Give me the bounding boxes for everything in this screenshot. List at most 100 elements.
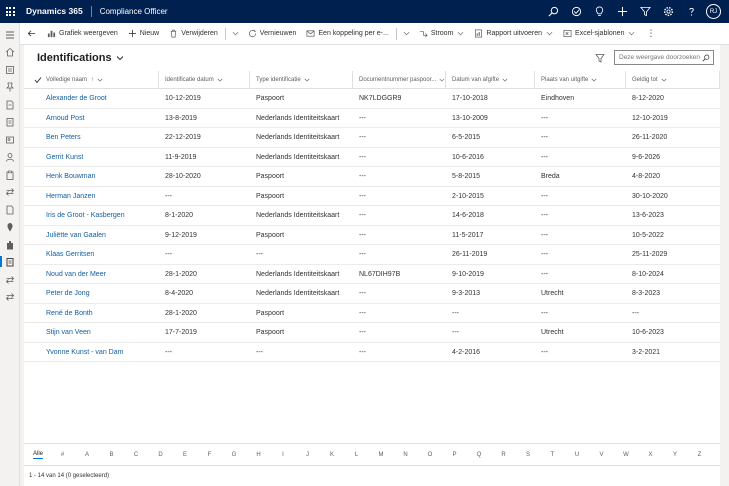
task-flow-icon[interactable]: [565, 0, 588, 23]
alphabet-filter-letter[interactable]: I: [274, 444, 292, 466]
cell-full-name[interactable]: Juliëtte van Gaalen: [40, 226, 159, 246]
list-check-icon[interactable]: [0, 113, 20, 130]
alphabet-filter-letter[interactable]: C: [127, 444, 145, 466]
cell-full-name[interactable]: Arnoud Post: [40, 109, 159, 129]
app-name[interactable]: Compliance Officer: [92, 7, 168, 16]
view-search-input[interactable]: [615, 51, 700, 64]
column-header-full-name[interactable]: Volledige naam ↑: [40, 71, 159, 89]
new-button[interactable]: Nieuw: [123, 23, 164, 45]
table-row[interactable]: Stijn van Veen 17-7-2019 Paspoort --- --- Utr…: [24, 323, 720, 343]
view-selector[interactable]: Identifications: [37, 50, 124, 66]
alphabet-filter-letter[interactable]: F: [201, 444, 219, 466]
alphabet-filter-letter[interactable]: A: [78, 444, 96, 466]
document-icon[interactable]: [0, 96, 20, 113]
alphabet-filter-letter[interactable]: V: [593, 444, 611, 466]
table-row[interactable]: Ben Peters 22-12-2019 Nederlands Identitei…: [24, 128, 720, 148]
alphabet-filter-letter[interactable]: E: [176, 444, 194, 466]
exchange-icon[interactable]: [0, 288, 20, 305]
app-launcher-icon[interactable]: [0, 0, 20, 23]
clipboard-icon[interactable]: [0, 166, 20, 183]
contact-icon[interactable]: [0, 148, 20, 165]
back-arrow-icon[interactable]: [20, 23, 42, 45]
cell-full-name[interactable]: René de Bonth: [40, 304, 159, 324]
lightbulb-icon[interactable]: [588, 0, 611, 23]
alphabet-filter-letter[interactable]: S: [519, 444, 537, 466]
building-icon[interactable]: [0, 236, 20, 253]
alphabet-filter-letter[interactable]: H: [250, 444, 268, 466]
alphabet-filter-letter[interactable]: D: [152, 444, 170, 466]
alphabet-filter-letter[interactable]: L: [348, 444, 366, 466]
alphabet-filter-letter[interactable]: Z: [691, 444, 709, 466]
flow-button[interactable]: Stroom: [414, 23, 470, 45]
alphabet-filter-letter[interactable]: U: [568, 444, 586, 466]
plus-icon[interactable]: [611, 0, 634, 23]
brand-title[interactable]: Dynamics 365: [20, 6, 92, 17]
cell-full-name[interactable]: Gerrit Kunst: [40, 148, 159, 168]
sync-icon[interactable]: [0, 183, 20, 200]
table-row[interactable]: Peter de Jong 8-4-2020 Nederlands Identite…: [24, 284, 720, 304]
page-icon[interactable]: [0, 201, 20, 218]
alphabet-filter-letter[interactable]: X: [642, 444, 660, 466]
identification-icon[interactable]: [0, 253, 20, 270]
table-row[interactable]: Juliëtte van Gaalen 9-12-2019 Paspoort --- 1…: [24, 226, 720, 246]
hamburger-menu-icon[interactable]: [0, 26, 20, 43]
cell-full-name[interactable]: Peter de Jong: [40, 284, 159, 304]
more-delete-options[interactable]: [228, 23, 243, 45]
column-header-valid-until[interactable]: Geldig tot: [626, 71, 720, 89]
pinned-icon[interactable]: [0, 78, 20, 95]
cell-full-name[interactable]: Ben Peters: [40, 128, 159, 148]
alphabet-filter-letter[interactable]: B: [103, 444, 121, 466]
recent-icon[interactable]: [0, 61, 20, 78]
gear-icon[interactable]: [657, 0, 680, 23]
more-commands-icon[interactable]: ⋮: [640, 28, 661, 39]
alphabet-filter-letter[interactable]: M: [372, 444, 390, 466]
alphabet-filter-letter[interactable]: K: [323, 444, 341, 466]
alphabet-filter-letter[interactable]: T: [544, 444, 562, 466]
table-row[interactable]: Henk Bouwman 28-10-2020 Paspoort --- 5-8-201…: [24, 167, 720, 187]
table-row[interactable]: Noud van der Meer 28-1-2020 Nederlands Ide…: [24, 265, 720, 285]
column-header-document-number[interactable]: Documentnummer paspoor...: [353, 71, 446, 89]
alphabet-filter-letter[interactable]: #: [54, 444, 72, 466]
alphabet-filter-letter[interactable]: P: [446, 444, 464, 466]
search-icon[interactable]: [542, 0, 565, 23]
table-row[interactable]: Iris de Groot - Kasbergen 8-1-2020 Nederla…: [24, 206, 720, 226]
email-link-button[interactable]: Een koppeling per e-...: [301, 23, 393, 45]
column-header-place-of-issue[interactable]: Plaats van uitgifte: [535, 71, 626, 89]
refresh-button[interactable]: Vernieuwen: [243, 23, 302, 45]
column-header-identification-date[interactable]: Identificatie datum: [159, 71, 250, 89]
run-report-button[interactable]: Rapport uitvoeren: [469, 23, 558, 45]
alphabet-filter-letter[interactable]: Alle: [29, 444, 47, 466]
cell-full-name[interactable]: Klaas Gerritsen: [40, 245, 159, 265]
alphabet-filter-letter[interactable]: Q: [470, 444, 488, 466]
table-row[interactable]: Klaas Gerritsen --- --- --- 26-11-2019 --- 25-…: [24, 245, 720, 265]
alphabet-filter-letter[interactable]: R: [495, 444, 513, 466]
location-icon[interactable]: [0, 218, 20, 235]
table-row[interactable]: Herman Janzen --- Paspoort --- 2-10-2015 --- 3…: [24, 187, 720, 207]
cell-full-name[interactable]: Henk Bouwman: [40, 167, 159, 187]
cell-full-name[interactable]: Noud van der Meer: [40, 265, 159, 285]
person-card-icon[interactable]: [0, 131, 20, 148]
alphabet-filter-letter[interactable]: Y: [666, 444, 684, 466]
table-row[interactable]: Alexander de Groot 10-12-2019 Paspoort NK7L…: [24, 89, 720, 109]
table-row[interactable]: Gerrit Kunst 11-9-2019 Nederlands Identite…: [24, 148, 720, 168]
cell-full-name[interactable]: Alexander de Groot: [40, 89, 159, 109]
table-row[interactable]: Yvonne Kunst - van Dam --- --- --- 4-2-2016 -…: [24, 343, 720, 363]
delete-button[interactable]: Verwijderen: [164, 23, 223, 45]
cell-full-name[interactable]: Iris de Groot - Kasbergen: [40, 206, 159, 226]
home-icon[interactable]: [0, 43, 20, 60]
table-row[interactable]: René de Bonth 28-1-2020 Paspoort --- --- --- -…: [24, 304, 720, 324]
cell-full-name[interactable]: Yvonne Kunst - van Dam: [40, 343, 159, 363]
filter-icon[interactable]: [634, 0, 657, 23]
transfer-icon[interactable]: [0, 271, 20, 288]
excel-templates-button[interactable]: Excel-sjablonen: [558, 23, 640, 45]
filter-icon[interactable]: [595, 53, 605, 63]
alphabet-filter-letter[interactable]: N: [397, 444, 415, 466]
search-icon[interactable]: [702, 54, 710, 62]
more-email-options[interactable]: [399, 23, 414, 45]
cell-full-name[interactable]: Stijn van Veen: [40, 323, 159, 343]
help-icon[interactable]: [680, 0, 703, 23]
cell-full-name[interactable]: Herman Janzen: [40, 187, 159, 207]
alphabet-filter-letter[interactable]: J: [299, 444, 317, 466]
alphabet-filter-letter[interactable]: G: [225, 444, 243, 466]
alphabet-filter-letter[interactable]: W: [617, 444, 635, 466]
